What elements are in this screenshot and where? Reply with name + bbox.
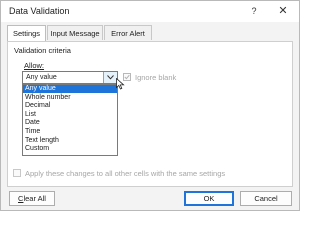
allow-option-date[interactable]: Date — [23, 119, 117, 127]
validation-criteria-label: Validation criteria — [14, 46, 71, 55]
data-validation-dialog: Data Validation ? ✕ Settings Input Messa… — [0, 0, 300, 211]
allow-option-whole-number[interactable]: Whole number — [23, 94, 117, 102]
allow-dropdown-button[interactable] — [103, 72, 117, 83]
close-button[interactable]: ✕ — [274, 3, 292, 19]
cancel-button[interactable]: Cancel — [240, 191, 292, 206]
tab-error-alert[interactable]: Error Alert — [104, 25, 152, 40]
tab-input-message[interactable]: Input Message — [47, 25, 103, 40]
title-bar: Data Validation ? ✕ — [1, 1, 299, 22]
settings-panel: Validation criteria Allow: Any value Ign… — [7, 41, 293, 187]
clear-all-button[interactable]: Clear All — [9, 191, 55, 206]
allow-label: Allow: — [24, 61, 45, 70]
mouse-pointer-icon — [116, 78, 125, 90]
tab-settings[interactable]: Settings — [7, 25, 46, 42]
apply-all-label: Apply these changes to all other cells w… — [25, 169, 226, 178]
allow-options-list[interactable]: Any value Whole number Decimal List Date… — [22, 84, 118, 156]
ignore-blank-label: Ignore blank — [135, 73, 177, 82]
allow-option-decimal[interactable]: Decimal — [23, 102, 117, 110]
allow-select[interactable]: Any value — [22, 71, 118, 84]
ok-button[interactable]: OK — [184, 191, 234, 206]
allow-option-custom[interactable]: Custom — [23, 145, 117, 153]
help-button[interactable]: ? — [246, 4, 262, 18]
allow-select-value: Any value — [26, 74, 57, 81]
allow-option-list[interactable]: List — [23, 111, 117, 119]
allow-option-any-value[interactable]: Any value — [23, 85, 117, 93]
apply-all-checkbox[interactable] — [13, 169, 21, 177]
allow-option-time[interactable]: Time — [23, 128, 117, 136]
chevron-down-icon — [107, 75, 114, 80]
allow-option-text-length[interactable]: Text length — [23, 137, 117, 145]
dialog-title: Data Validation — [9, 6, 70, 16]
